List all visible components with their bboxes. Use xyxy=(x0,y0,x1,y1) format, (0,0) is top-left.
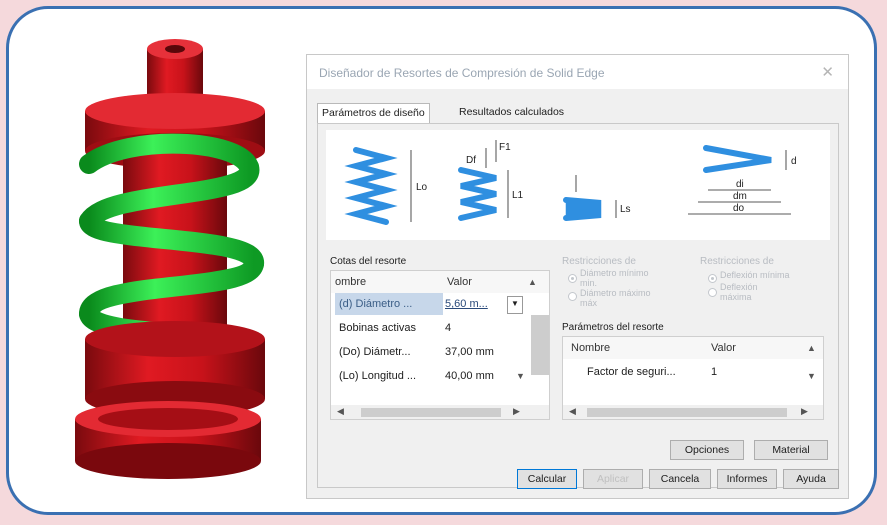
tab-parametros-diseno[interactable]: Parámetros de diseño xyxy=(317,103,430,124)
cotas-row-name: (Do) Diámetr... xyxy=(339,346,411,358)
parametros-grid: Nombre Valor ▲ Factor de seguri... 1 ▼ ◀… xyxy=(562,336,824,420)
cotas-header-row: ombre Valor ▲ xyxy=(331,271,549,293)
option-diametro-minimo: Diámetro mínimo xyxy=(580,268,649,278)
option-deflexion-minima: Deflexión mínima xyxy=(720,270,790,280)
table-row[interactable]: Factor de seguri... 1 ▼ xyxy=(563,361,816,383)
scroll-left-icon[interactable]: ◀ xyxy=(337,406,344,417)
radio-diametro-maximo[interactable] xyxy=(568,292,577,301)
parametros-row-name: Factor de seguri... xyxy=(587,366,676,378)
parametros-col-name: Nombre xyxy=(571,342,611,354)
diagram-label-f1: F1 xyxy=(499,142,511,153)
option-diametro-maximo: Diámetro máximo xyxy=(580,288,651,298)
ayuda-button[interactable]: Ayuda xyxy=(783,469,839,489)
cotas-row-name: (d) Diámetro ... xyxy=(335,293,443,315)
radio-deflexion-minima[interactable] xyxy=(708,274,717,283)
parametros-group-label: Parámetros del resorte xyxy=(562,322,664,333)
cotas-group-label: Cotas del resorte xyxy=(330,256,407,267)
cotas-grid: ombre Valor ▲ (d) Diámetro ... 5,60 m...… xyxy=(330,270,550,420)
table-row[interactable]: (Lo) Longitud ... 40,00 mm ▼ xyxy=(331,365,531,387)
table-row[interactable]: (Do) Diámetr... 37,00 mm xyxy=(331,341,531,363)
dialog-title: Diseñador de Resortes de Compresión de S… xyxy=(319,66,605,80)
scroll-up-icon[interactable]: ▲ xyxy=(807,337,816,359)
diagram-label-df: Df xyxy=(466,155,476,166)
slide-frame: Diseñador de Resortes de Compresión de S… xyxy=(6,6,877,515)
option-deflexion-maxima: Deflexión xyxy=(720,282,758,292)
cancela-button[interactable]: Cancela xyxy=(649,469,711,489)
cotas-row-value[interactable]: 4 xyxy=(445,317,515,339)
restricciones-diametro-label: Restricciones de xyxy=(562,256,636,267)
spring-assembly-illustration xyxy=(75,39,265,479)
scroll-left-icon[interactable]: ◀ xyxy=(569,406,576,417)
aplicar-button[interactable]: Aplicar xyxy=(583,469,643,489)
scroll-up-icon[interactable]: ▲ xyxy=(528,271,537,293)
dialog-titlebar: Diseñador de Resortes de Compresión de S… xyxy=(307,55,848,89)
scrollbar-thumb[interactable] xyxy=(361,408,501,417)
diagram-label-di: di xyxy=(736,179,744,190)
material-button[interactable]: Material xyxy=(754,440,828,460)
option-deflexion-maxima-suffix: máxima xyxy=(720,292,752,302)
cotas-row-value[interactable]: 5,60 m... xyxy=(445,293,505,315)
cotas-col-value: Valor xyxy=(447,276,472,288)
scroll-right-icon[interactable]: ▶ xyxy=(513,406,520,417)
diagram-label-dm: dm xyxy=(733,191,747,202)
close-icon[interactable]: ✕ xyxy=(821,63,834,81)
spring-designer-dialog: Diseñador de Resortes de Compresión de S… xyxy=(306,54,849,499)
restricciones-deflexion-label: Restricciones de xyxy=(700,256,774,267)
calcular-button[interactable]: Calcular xyxy=(517,469,577,489)
cotas-row-name: Bobinas activas xyxy=(339,322,417,334)
vertical-scrollbar-thumb[interactable] xyxy=(531,315,549,375)
option-diametro-minimo-suffix: min. xyxy=(580,278,598,288)
parametros-col-value: Valor xyxy=(711,342,736,354)
cotas-row-value[interactable]: 40,00 mm xyxy=(445,365,515,387)
tab-content-pane: Lo Df F1 L1 Ls d di dm do Cotas del reso… xyxy=(317,123,839,488)
cotas-col-name: ombre xyxy=(335,276,367,288)
cotas-row-name: (Lo) Longitud ... xyxy=(339,370,417,382)
spring-dimension-diagram: Lo Df F1 L1 Ls d di dm do xyxy=(326,130,830,240)
radio-deflexion-maxima[interactable] xyxy=(708,288,717,297)
table-row[interactable]: Bobinas activas 4 xyxy=(331,317,531,339)
informes-button[interactable]: Informes xyxy=(717,469,777,489)
parametros-row-value[interactable]: 1 xyxy=(711,361,791,383)
diagram-label-lo: Lo xyxy=(416,182,428,193)
diagram-label-do: do xyxy=(733,203,745,214)
scrollbar-thumb[interactable] xyxy=(587,408,787,417)
table-row[interactable]: (d) Diámetro ... 5,60 m... ▼ xyxy=(331,293,531,315)
scroll-down-icon[interactable]: ▼ xyxy=(516,365,525,387)
tab-resultados-calculados[interactable]: Resultados calculados xyxy=(455,103,568,123)
scroll-right-icon[interactable]: ▶ xyxy=(801,406,808,417)
cotas-row-value[interactable]: 37,00 mm xyxy=(445,341,515,363)
parametros-horizontal-scrollbar[interactable]: ◀ ▶ xyxy=(563,405,823,419)
diagram-label-ls: Ls xyxy=(620,204,631,215)
option-diametro-maximo-suffix: máx xyxy=(580,298,598,308)
radio-diametro-minimo[interactable] xyxy=(568,274,577,283)
parametros-header-row: Nombre Valor ▲ xyxy=(563,337,823,359)
chevron-down-icon[interactable]: ▼ xyxy=(507,296,523,314)
opciones-button[interactable]: Opciones xyxy=(670,440,744,460)
cotas-horizontal-scrollbar[interactable]: ◀ ▶ xyxy=(331,405,549,419)
diagram-label-l1: L1 xyxy=(512,190,524,201)
diagram-label-d: d xyxy=(791,156,797,167)
scroll-down-icon[interactable]: ▼ xyxy=(807,365,816,387)
